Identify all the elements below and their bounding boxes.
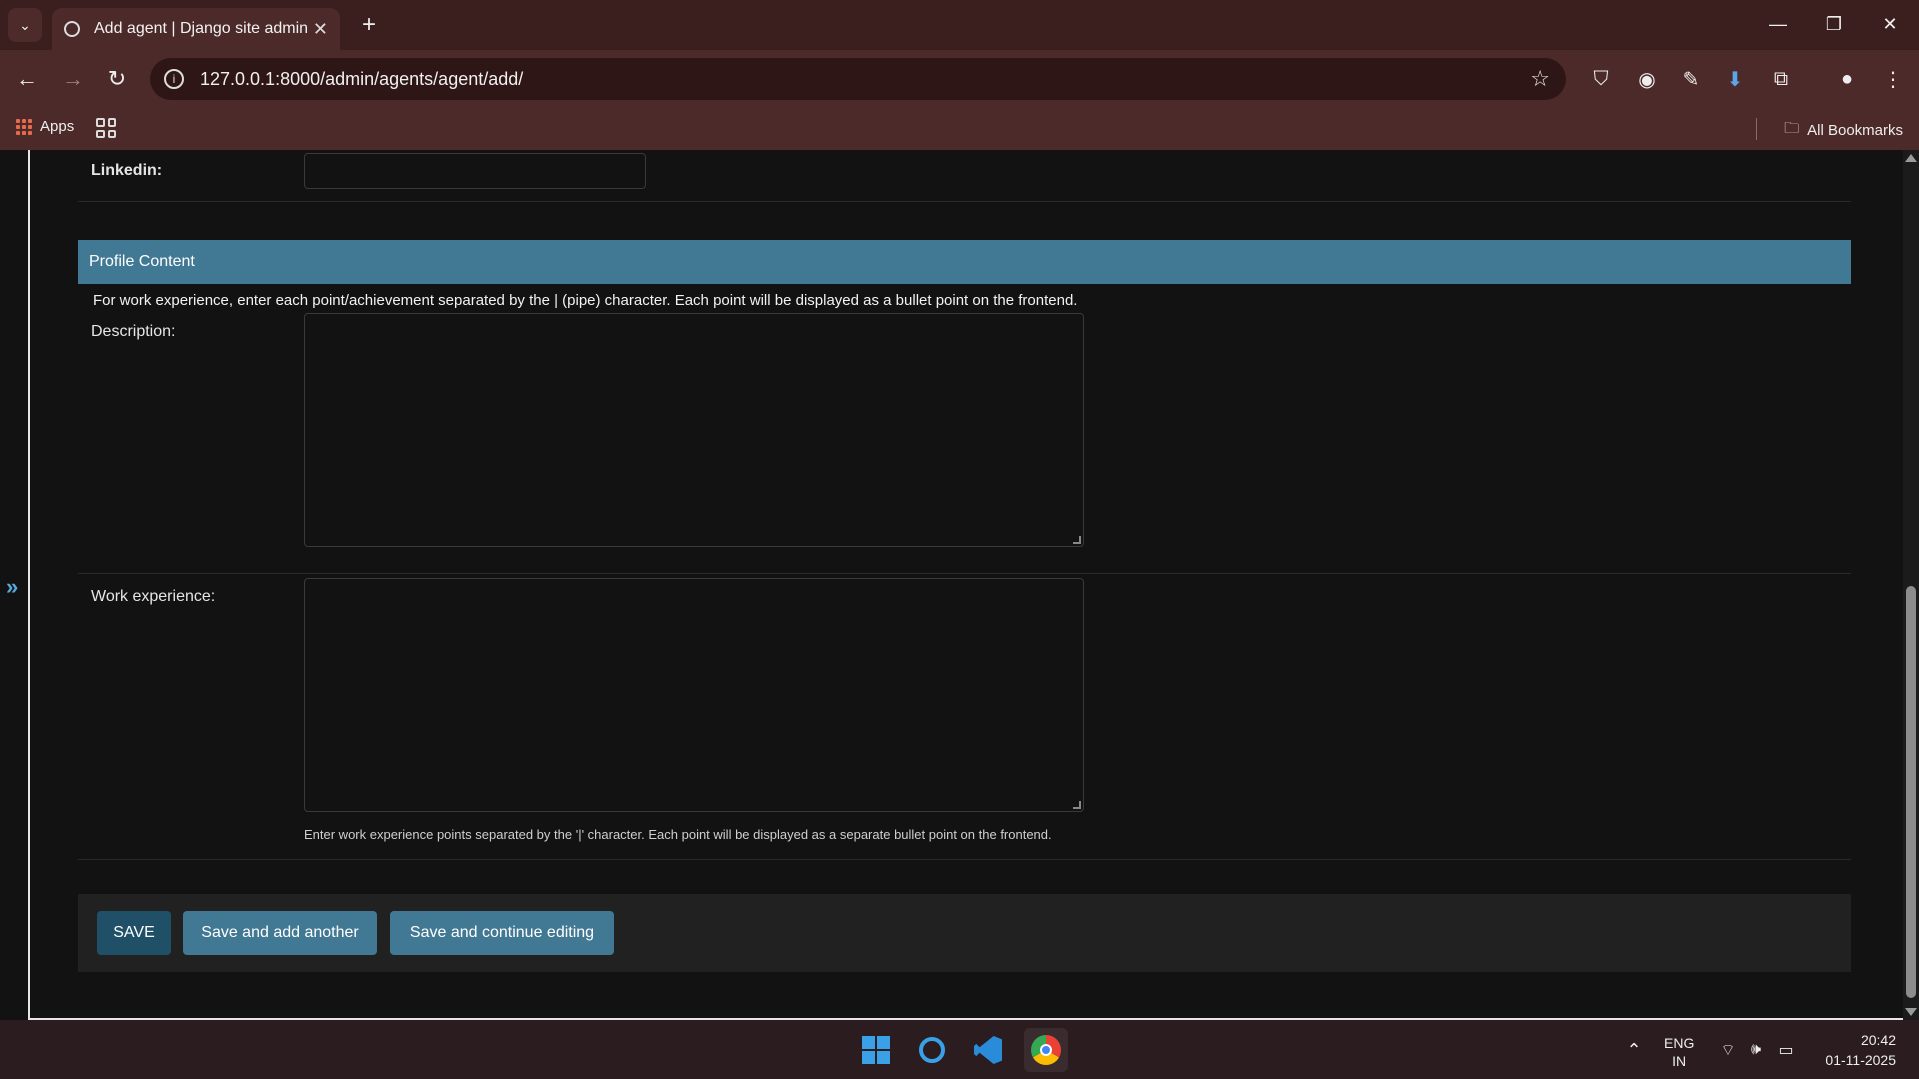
page-scrollbar[interactable] [1903, 150, 1919, 1020]
submit-row: SAVE Save and add another Save and conti… [78, 894, 1851, 972]
tab-groups-icon[interactable] [96, 118, 116, 138]
bookmarks-bar: Apps 🗀 All Bookmarks [0, 108, 1919, 150]
work-experience-row: Work experience: [78, 578, 1851, 860]
search-icon [919, 1037, 945, 1063]
site-info-icon[interactable]: i [164, 69, 184, 89]
search-taskbar-button[interactable] [914, 1032, 950, 1068]
url-text[interactable]: 127.0.0.1:8000/admin/agents/agent/add/ [200, 69, 1530, 90]
tab-close-icon[interactable]: ✕ [313, 19, 328, 40]
fieldset-header: Profile Content [78, 240, 1851, 284]
save-add-another-button[interactable]: Save and add another [183, 911, 377, 955]
vscode-taskbar-button[interactable] [970, 1032, 1006, 1068]
tab-search-button[interactable]: ⌄ [8, 8, 42, 42]
vscode-icon [974, 1036, 1002, 1064]
download-icon[interactable]: ⬇ [1722, 66, 1748, 92]
browser-tab[interactable]: Add agent | Django site admin ✕ [52, 8, 340, 50]
linkedin-label: Linkedin: [91, 162, 163, 179]
resize-handle-icon[interactable] [1073, 536, 1081, 544]
new-tab-button[interactable]: + [354, 10, 384, 40]
tray-chevron-up-icon[interactable]: ⌃ [1616, 1032, 1652, 1068]
clock-date: 01-11-2025 [1825, 1052, 1896, 1068]
folder-icon: 🗀 [1784, 120, 1800, 137]
clock-time: 20:42 [1860, 1032, 1896, 1048]
resize-handle-icon[interactable] [1073, 801, 1081, 809]
chrome-icon [1031, 1035, 1061, 1065]
chrome-taskbar-button[interactable] [1024, 1028, 1068, 1072]
clock[interactable]: 20:42 01-11-2025 [1816, 1030, 1896, 1070]
color-picker-icon[interactable]: ✎ [1678, 66, 1704, 92]
close-window-button[interactable]: ✕ [1870, 8, 1910, 40]
description-row: Description: [78, 313, 1851, 574]
extensions-icon[interactable]: ⧉ [1768, 66, 1794, 92]
restore-button[interactable]: ❐ [1814, 8, 1854, 40]
forward-button[interactable]: → [58, 64, 88, 94]
apps-label: Apps [40, 118, 75, 135]
globe-icon [64, 21, 80, 37]
battery-icon[interactable]: ▭ [1768, 1032, 1804, 1068]
content-left-border [28, 150, 30, 1020]
bookmark-star-icon[interactable]: ☆ [1530, 66, 1550, 92]
all-bookmarks-button[interactable]: 🗀 All Bookmarks [1784, 118, 1903, 143]
shield-extension-icon[interactable]: ⛉ [1588, 66, 1614, 92]
profile-avatar[interactable]: ● [1834, 66, 1860, 92]
browser-titlebar: ⌄ Add agent | Django site admin ✕ + — ❐ … [0, 0, 1919, 50]
minimize-button[interactable]: — [1758, 8, 1798, 40]
admin-page: » Linkedin: Profile Content For work exp… [0, 150, 1919, 1020]
description-textarea[interactable] [304, 313, 1084, 547]
windows-taskbar: ⌃ ENG IN ⌔ 🕪 ▭ 20:42 01-11-2025 [0, 1020, 1919, 1079]
lang-top: ENG [1664, 1035, 1695, 1051]
scroll-thumb[interactable] [1906, 586, 1916, 998]
windows-logo-icon [862, 1036, 890, 1064]
linkedin-row: Linkedin: [78, 150, 1851, 202]
back-button[interactable]: ← [12, 64, 42, 94]
apps-bookmark[interactable]: Apps [16, 118, 74, 135]
apps-grid-icon [16, 118, 32, 135]
linkedin-input[interactable] [304, 153, 646, 189]
work-experience-textarea[interactable] [304, 578, 1084, 812]
all-bookmarks-label: All Bookmarks [1807, 122, 1903, 139]
scroll-down-arrow-icon[interactable] [1905, 1008, 1917, 1016]
work-experience-label: Work experience: [91, 588, 216, 605]
reload-button[interactable]: ↻ [102, 64, 132, 94]
bookmarks-divider [1756, 118, 1757, 140]
save-continue-button[interactable]: Save and continue editing [390, 911, 614, 955]
tab-title: Add agent | Django site admin [94, 20, 309, 37]
lang-bottom: IN [1672, 1053, 1687, 1069]
fieldset-description: For work experience, enter each point/ac… [93, 292, 1078, 309]
address-bar[interactable]: i 127.0.0.1:8000/admin/agents/agent/add/… [150, 58, 1566, 100]
devtools-extension-icon[interactable]: ◉ [1634, 66, 1660, 92]
scroll-up-arrow-icon[interactable] [1905, 154, 1917, 162]
description-label: Description: [91, 323, 176, 340]
language-indicator[interactable]: ENG IN [1664, 1034, 1694, 1070]
save-button[interactable]: SAVE [97, 911, 171, 955]
start-button[interactable] [858, 1032, 894, 1068]
menu-icon[interactable]: ⋮ [1880, 66, 1906, 92]
work-experience-help: Enter work experience points separated b… [304, 827, 1052, 842]
browser-toolbar: ← → ↻ i 127.0.0.1:8000/admin/agents/agen… [0, 50, 1919, 108]
chevron-down-icon: ⌄ [19, 16, 31, 33]
sidebar-toggle-button[interactable]: » [6, 574, 18, 600]
